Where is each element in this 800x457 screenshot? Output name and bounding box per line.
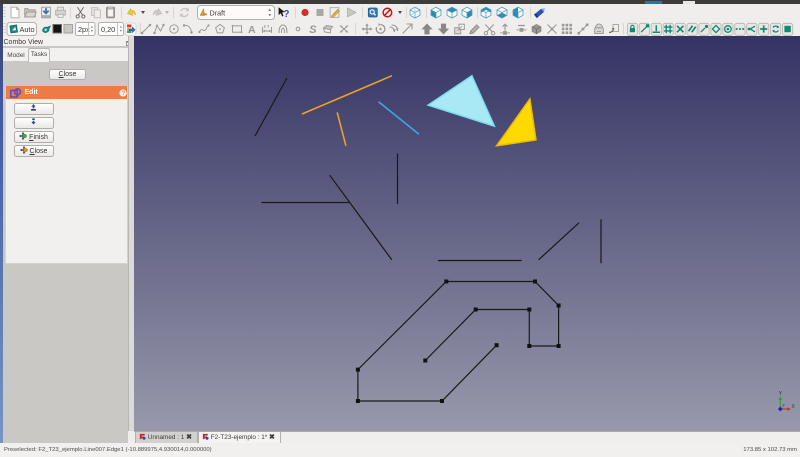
svg-text:Y: Y: [779, 391, 783, 397]
svg-text:Z: Z: [782, 402, 785, 407]
svg-text:Auto: Auto: [20, 25, 35, 34]
svg-text:?: ?: [283, 9, 289, 20]
svg-text:S: S: [309, 24, 317, 36]
svg-text:0,20: 0,20: [101, 25, 115, 34]
svg-text:A: A: [248, 24, 256, 36]
svg-text:Draft: Draft: [210, 8, 226, 17]
svg-text:X: X: [792, 404, 796, 410]
svg-text:?: ?: [121, 91, 125, 97]
